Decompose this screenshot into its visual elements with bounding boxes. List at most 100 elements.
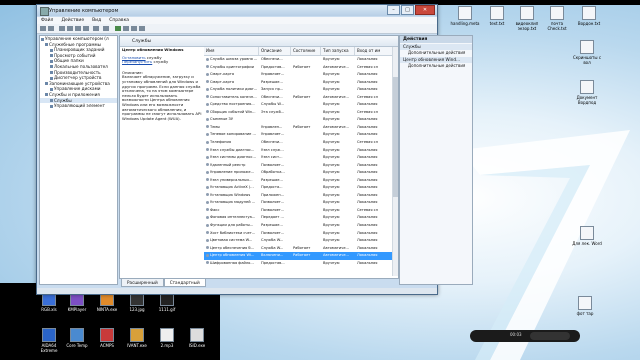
table-row[interactable]: Функции для работы... Разрешае... Вручную Л… bbox=[204, 222, 394, 230]
table-row[interactable]: Хост библиотеки счет... Позволяет... Вручн… bbox=[204, 230, 394, 238]
close-button[interactable]: ✕ bbox=[415, 5, 435, 15]
minimize-button[interactable]: – bbox=[387, 5, 400, 15]
service-state-cell bbox=[291, 131, 321, 139]
properties-icon[interactable] bbox=[103, 26, 109, 31]
title-bar[interactable]: Управление компьютером – □ ✕ bbox=[37, 5, 437, 16]
service-description-cell: Обеспечи... bbox=[259, 139, 291, 147]
cell-text: Вручную bbox=[323, 200, 340, 205]
stop-icon[interactable] bbox=[123, 26, 129, 31]
more-actions-link[interactable]: Дополнительные действия bbox=[400, 63, 472, 69]
table-row[interactable]: Службы криптографии Предостав... Работает А… bbox=[204, 64, 394, 72]
desktop-icon[interactable]: почта Check.txt bbox=[542, 6, 572, 31]
menu-view[interactable]: Вид bbox=[88, 17, 105, 24]
table-row[interactable]: Узел системы диагнос... Узел сист... Вручн… bbox=[204, 154, 394, 162]
service-name-cell: Средство построения... bbox=[204, 101, 259, 109]
column-startup-type[interactable]: Тип запуска bbox=[321, 47, 355, 55]
table-row[interactable]: Съемные ЗУ Вручную Локальная bbox=[204, 116, 394, 124]
more-actions-link[interactable]: Дополнительные действия bbox=[400, 50, 472, 56]
desktop-icon[interactable]: фот тар bbox=[570, 296, 600, 316]
table-row[interactable]: Средство построения... Службы W... Вручную… bbox=[204, 101, 394, 109]
forward-icon[interactable] bbox=[48, 26, 54, 31]
table-row[interactable]: Темы Управлен... Работает Автоматиче... Лока… bbox=[204, 124, 394, 132]
desktop-icon[interactable]: AIDA64 Extreme bbox=[34, 328, 64, 353]
scrollbar-thumb[interactable] bbox=[393, 77, 398, 197]
service-startup-cell: Вручную bbox=[321, 154, 355, 162]
export-icon[interactable] bbox=[83, 26, 89, 31]
help-icon[interactable] bbox=[93, 26, 99, 31]
service-state-cell bbox=[291, 56, 321, 64]
desktop-icon[interactable]: NINTA.exe bbox=[92, 292, 122, 312]
desktop-icon[interactable]: Документ Вордпод bbox=[572, 80, 602, 105]
table-row[interactable]: Сборщик событий Win... Эта служб... Вручну… bbox=[204, 109, 394, 117]
service-logon-cell: Сетевая сл bbox=[355, 64, 394, 72]
service-gear-icon bbox=[206, 178, 209, 182]
service-description-cell: Включени... bbox=[259, 252, 291, 260]
desktop-icon[interactable]: Core Temp bbox=[62, 328, 92, 348]
table-row[interactable]: Узел универсальных... Разрешае... Вручную Л… bbox=[204, 177, 394, 185]
desktop-icon[interactable]: 2.mp3 bbox=[152, 328, 182, 348]
table-row[interactable]: Сопоставитель конечн... Обеспечи... Работа… bbox=[204, 94, 394, 102]
table-row[interactable]: Управление приложе... Обработка... Вручную… bbox=[204, 169, 394, 177]
restart-icon[interactable] bbox=[139, 26, 145, 31]
restart-service-link[interactable]: Перезапустить bbox=[122, 59, 152, 64]
table-row[interactable]: Установщик Windows Приложен... Вручную Лока… bbox=[204, 192, 394, 200]
table-row[interactable]: Цветовая система W... Служба W... Вручную Л… bbox=[204, 237, 394, 245]
tab-extended[interactable]: Расширенный bbox=[121, 278, 164, 287]
table-row[interactable]: Смарт-карта Управляет... Вручную Локальная bbox=[204, 71, 394, 79]
table-row[interactable]: Фоновая интеллектуа... Передает ... Вручну… bbox=[204, 214, 394, 222]
column-name[interactable]: Имя bbox=[204, 47, 259, 55]
desktop-icon[interactable]: ISID.exe bbox=[182, 328, 212, 348]
table-row[interactable]: Центр обеспечения б... Служба W... Работае… bbox=[204, 245, 394, 253]
maximize-button[interactable]: □ bbox=[401, 5, 414, 15]
table-row[interactable]: Теневое копирование ... Управляет... Вручн… bbox=[204, 131, 394, 139]
desktop-icon[interactable]: Для лек. Word bbox=[572, 226, 602, 246]
back-icon[interactable] bbox=[40, 26, 46, 31]
service-logon-cell: Локальная bbox=[355, 154, 394, 162]
table-row[interactable]: Факс Позволяет... Вручную Сетевая сл bbox=[204, 207, 394, 215]
table-row[interactable]: Смарт-карта Разрешае... Вручную Локальная bbox=[204, 79, 394, 87]
desktop-icon[interactable]: Скриншоты с вол bbox=[572, 40, 602, 65]
table-row[interactable]: Установщик модулей ... Позволяет... Вручну… bbox=[204, 199, 394, 207]
cell-text: Сборщик событий Win... bbox=[210, 109, 256, 114]
media-player-bar[interactable] bbox=[470, 330, 580, 342]
column-state[interactable]: Состояние bbox=[291, 47, 321, 55]
vertical-scrollbar[interactable] bbox=[392, 47, 398, 276]
table-row[interactable]: Служба политики диаг... Запуск пр... Вручн… bbox=[204, 86, 394, 94]
desktop-icon[interactable]: KMPlayer bbox=[62, 292, 92, 312]
cell-text: Факс bbox=[210, 207, 220, 212]
desktop-icon[interactable]: handling.meta bbox=[450, 6, 480, 26]
refresh-icon[interactable] bbox=[75, 26, 81, 31]
desktop-icon[interactable]: text.txt bbox=[482, 6, 512, 26]
tab-standard[interactable]: Стандартный bbox=[163, 278, 206, 287]
menu-help[interactable]: Справка bbox=[105, 17, 133, 24]
table-row[interactable]: Служба шлюза уровня ... Обеспечи... Вручну… bbox=[204, 56, 394, 64]
service-gear-icon bbox=[206, 125, 209, 129]
service-startup-cell: Вручную bbox=[321, 101, 355, 109]
table-row[interactable]: Телефония Обеспечи... Вручную Сетевая сл bbox=[204, 139, 394, 147]
table-row[interactable]: Шифрованная файло... Предостав... Вручную Л… bbox=[204, 260, 394, 268]
play-icon[interactable] bbox=[115, 26, 121, 31]
service-startup-cell: Вручную bbox=[321, 56, 355, 64]
tree-node-label: Диспетчер устройств bbox=[54, 75, 102, 81]
tree-node[interactable]: Управляющий элемент bbox=[40, 103, 117, 109]
desktop-icon[interactable]: 1111.gif bbox=[152, 292, 182, 312]
table-row[interactable]: Установщик ActiveX (... Предоста... Вручну… bbox=[204, 184, 394, 192]
desktop-icon[interactable]: 123.jpg bbox=[122, 292, 152, 312]
player-progress[interactable] bbox=[530, 332, 570, 340]
menu-file[interactable]: Файл bbox=[37, 17, 57, 24]
pause-icon[interactable] bbox=[131, 26, 137, 31]
column-logon[interactable]: Вход от им bbox=[355, 47, 394, 55]
desktop-icon[interactable]: Вордон.txt bbox=[574, 6, 604, 26]
up-icon[interactable] bbox=[59, 26, 65, 31]
service-state-cell bbox=[291, 116, 321, 124]
table-row[interactable]: Узел службы диагнос... Узел служ... Вручну… bbox=[204, 147, 394, 155]
column-description[interactable]: Описание bbox=[259, 47, 291, 55]
desktop-icon[interactable]: RGB.xls bbox=[34, 292, 64, 312]
desktop-icon[interactable]: видеоклип экзор.txt bbox=[512, 6, 542, 31]
table-row[interactable]: Центр обновления Wi... Включени... Работае… bbox=[204, 252, 394, 260]
table-row[interactable]: Удаленный реестр Позволяет... Вручную Локал… bbox=[204, 162, 394, 170]
desktop-icon[interactable]: ACMPS bbox=[92, 328, 122, 348]
menu-action[interactable]: Действие bbox=[57, 17, 88, 24]
desktop-icon[interactable]: IVANT.exe bbox=[122, 328, 152, 348]
show-tree-icon[interactable] bbox=[67, 26, 73, 31]
